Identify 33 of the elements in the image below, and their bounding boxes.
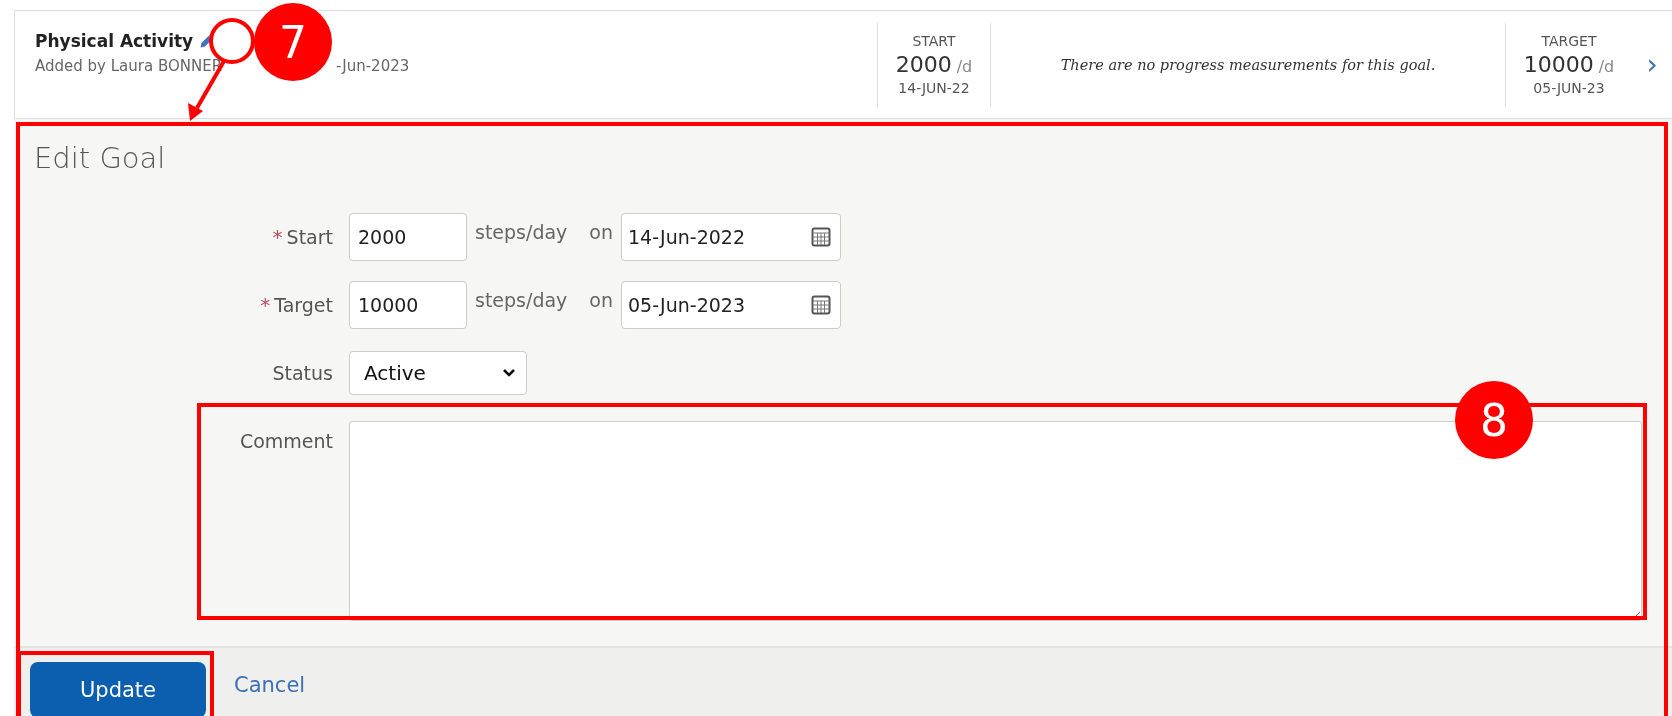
on-label: on <box>589 221 614 243</box>
field-label: Start <box>286 226 333 248</box>
field-label: Comment <box>239 430 333 452</box>
stat-label: TARGET <box>1541 33 1597 49</box>
empty-message: There are no progress measurements for this goal. <box>1060 57 1436 73</box>
stat-unit: /d <box>1598 57 1615 76</box>
stat-value: 2000 <box>895 52 952 77</box>
stat-value: 10000 <box>1523 52 1594 77</box>
added-date-text: -Jun-2023 <box>336 57 410 75</box>
field-label: Target <box>274 294 333 316</box>
cancel-link[interactable]: Cancel <box>234 673 306 697</box>
stat-unit: /d <box>956 57 973 76</box>
chevron-right-icon[interactable]: › <box>1646 48 1658 81</box>
date-field[interactable]: 05-Jun-2023 <box>621 281 842 329</box>
chevron-down-icon <box>502 368 516 378</box>
required-mark: * <box>260 293 271 317</box>
value-field[interactable]: 10000 <box>349 281 467 329</box>
panel-heading: Edit Goal <box>33 141 167 175</box>
unit-label: steps/day <box>475 221 568 243</box>
required-mark: * <box>272 225 283 249</box>
stat-label: START <box>912 33 956 49</box>
calendar-icon[interactable] <box>811 227 832 247</box>
goal-title: Physical Activity <box>35 31 194 51</box>
calendar-icon[interactable] <box>811 295 832 315</box>
field-label: Status <box>272 362 333 384</box>
unit-label: steps/day <box>475 289 568 311</box>
update-button[interactable]: Update <box>30 662 206 716</box>
date-field[interactable]: 14-Jun-2022 <box>621 213 842 261</box>
status-dropdown[interactable]: Active <box>349 351 527 395</box>
stat-date: 05-JUN-23 <box>1533 80 1605 96</box>
stat-date: 14-JUN-22 <box>898 80 970 96</box>
value-field[interactable]: 2000 <box>349 213 467 261</box>
on-label: on <box>589 289 614 311</box>
